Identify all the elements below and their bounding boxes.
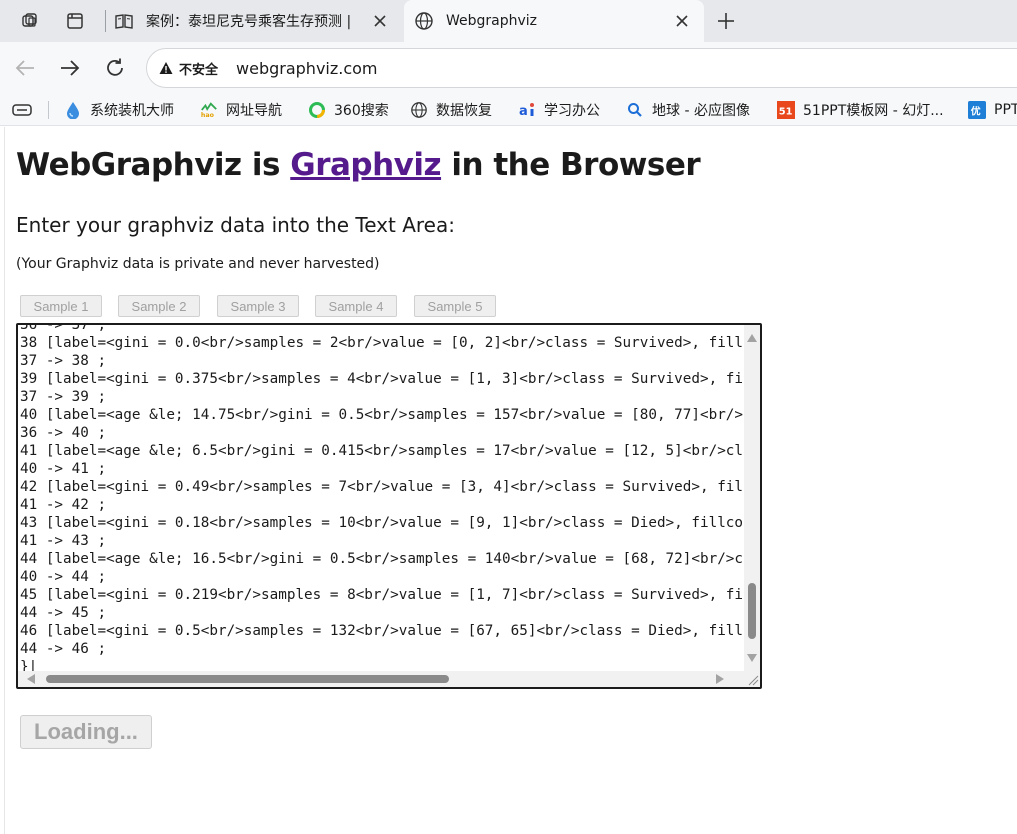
tab-actions-icon[interactable] <box>61 7 89 35</box>
sample-3-button[interactable]: Sample 3 <box>217 295 299 317</box>
scroll-thumb[interactable] <box>46 675 449 683</box>
tab-title: Webgraphviz <box>446 13 538 29</box>
plus-icon <box>718 13 734 29</box>
bookmark-item[interactable]: 地球 - 必应图像 <box>626 99 750 121</box>
close-icon[interactable] <box>672 11 692 31</box>
sample-1-button[interactable]: Sample 1 <box>20 295 102 317</box>
code-content[interactable]: 36 -> 37 ; 38 [label=<gini = 0.0<br/>samp… <box>20 323 744 676</box>
close-icon[interactable] <box>370 11 390 31</box>
page-content: WebGraphviz is Graphviz in the Browser E… <box>4 127 1017 834</box>
graphviz-link[interactable]: Graphviz <box>290 147 441 183</box>
security-label: 不安全 <box>179 62 219 78</box>
globe-icon <box>414 11 434 31</box>
code-line: 38 [label=<gini = 0.0<br/>samples = 2<br… <box>20 335 744 351</box>
sample-5-button[interactable]: Sample 5 <box>414 295 496 317</box>
bookmarks-separator <box>48 101 49 119</box>
code-line: 41 -> 42 ; <box>20 497 107 513</box>
search-icon <box>626 101 644 119</box>
url-text[interactable]: webgraphviz.com <box>236 59 378 78</box>
code-line: 41 [label=<age &le; 6.5<br/>gini = 0.415… <box>20 443 744 459</box>
bookmark-item[interactable]: 360搜索 <box>308 99 389 121</box>
address-bar[interactable]: 不安全 webgraphviz.com <box>146 48 1017 88</box>
code-line: 44 -> 46 ; <box>20 641 107 657</box>
scroll-thumb[interactable] <box>748 583 756 639</box>
tab-strip: 案例：泰坦尼克号乘客生存预测 | Webgraphviz <box>0 0 1017 42</box>
sample-4-button[interactable]: Sample 4 <box>315 295 397 317</box>
bookmark-item[interactable]: 优 PPT <box>968 99 1017 121</box>
privacy-note: (Your Graphviz data is private and never… <box>16 256 380 272</box>
ai-icon: a <box>518 101 536 119</box>
code-line: 40 [label=<age &le; 14.75<br/>gini = 0.5… <box>20 407 744 423</box>
tab-titanic-case[interactable]: 案例：泰坦尼克号乘客生存预测 | <box>104 0 402 42</box>
warning-icon <box>159 62 173 74</box>
arrow-right-icon <box>61 60 80 76</box>
code-line: 39 [label=<gini = 0.375<br/>samples = 4<… <box>20 371 744 387</box>
bookmarks-bar: 系统装机大师 hao 网址导航 360搜索 数据恢复 a 学习办公 地球 - 必… <box>0 94 1017 126</box>
svg-text:优: 优 <box>971 105 981 118</box>
code-line: 37 -> 39 ; <box>20 389 107 405</box>
instructions-heading: Enter your graphviz data into the Text A… <box>16 213 455 237</box>
51ppt-icon: 51 <box>777 101 795 119</box>
code-line: 40 -> 44 ; <box>20 569 107 585</box>
hao-icon: hao <box>200 101 218 119</box>
scroll-up-icon[interactable] <box>747 334 757 342</box>
sample-2-button[interactable]: Sample 2 <box>118 295 200 317</box>
horizontal-scrollbar[interactable] <box>18 671 744 687</box>
code-line: 36 -> 40 ; <box>20 425 107 441</box>
svg-text:hao: hao <box>201 112 215 119</box>
refresh-button[interactable] <box>101 54 129 82</box>
graphviz-textarea[interactable]: 36 -> 37 ; 38 [label=<gini = 0.0<br/>samp… <box>16 323 762 689</box>
security-indicator[interactable]: 不安全 <box>159 59 218 78</box>
bookmarks-menu-icon[interactable] <box>12 99 32 121</box>
code-line: 41 -> 43 ; <box>20 533 107 549</box>
scroll-left-icon[interactable] <box>27 674 35 684</box>
drop-icon <box>64 101 82 119</box>
page-title: WebGraphviz is Graphviz in the Browser <box>16 147 701 183</box>
vertical-scrollbar[interactable] <box>744 325 760 671</box>
back-button[interactable] <box>11 54 39 82</box>
code-line: 44 [label=<age &le; 16.5<br/>gini = 0.5<… <box>20 551 744 567</box>
forward-button[interactable] <box>56 54 84 82</box>
code-line: 36 -> 37 ; <box>20 323 107 333</box>
search-360-icon <box>308 101 326 119</box>
bookmark-item[interactable]: 51 51PPT模板网 - 幻灯... <box>777 99 944 121</box>
globe-icon <box>410 101 428 119</box>
code-line: 45 [label=<gini = 0.219<br/>samples = 8<… <box>20 587 744 603</box>
resize-handle[interactable] <box>744 671 760 687</box>
code-line: 42 [label=<gini = 0.49<br/>samples = 7<b… <box>20 479 744 495</box>
refresh-icon <box>107 58 123 76</box>
code-line: 44 -> 45 ; <box>20 605 107 621</box>
resize-grip-icon <box>748 675 759 686</box>
bookmark-item[interactable]: 系统装机大师 <box>64 99 174 121</box>
browser-toolbar: 不安全 webgraphviz.com <box>0 42 1017 94</box>
svg-text:51: 51 <box>779 107 793 118</box>
bookmark-item[interactable]: hao 网址导航 <box>200 99 282 121</box>
tab-webgraphviz[interactable]: Webgraphviz <box>404 0 704 42</box>
arrow-left-icon <box>15 60 34 76</box>
scroll-right-icon[interactable] <box>716 674 724 684</box>
code-line: 43 [label=<gini = 0.18<br/>samples = 10<… <box>20 515 744 531</box>
svg-text:a: a <box>519 104 528 119</box>
scroll-down-icon[interactable] <box>747 654 757 662</box>
new-tab-button[interactable] <box>712 7 740 35</box>
code-line: 46 [label=<gini = 0.5<br/>samples = 132<… <box>20 623 744 639</box>
generate-graph-button[interactable]: Loading... <box>20 715 152 749</box>
workspaces-icon[interactable] <box>16 7 44 35</box>
you-icon: 优 <box>968 101 986 119</box>
book-icon <box>114 11 134 31</box>
code-line: 40 -> 41 ; <box>20 461 107 477</box>
code-line: 37 -> 38 ; <box>20 353 107 369</box>
bookmark-item[interactable]: a 学习办公 <box>518 99 600 121</box>
tab-title: 案例：泰坦尼克号乘客生存预测 | <box>146 14 352 30</box>
bookmark-item[interactable]: 数据恢复 <box>410 99 492 121</box>
